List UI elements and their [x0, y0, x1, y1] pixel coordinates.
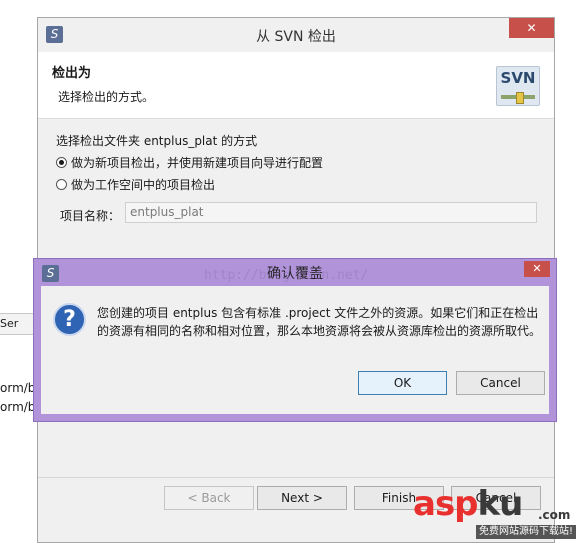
confirm-close-button[interactable]: ✕ — [524, 261, 550, 277]
aspku-logo-ku: ku — [477, 484, 524, 524]
back-button[interactable]: < Back — [164, 486, 254, 510]
aspku-logo-com: .com — [538, 508, 571, 522]
radio-new-project[interactable] — [56, 156, 67, 168]
aspku-tagline: 免费网站源码下载站! — [476, 525, 577, 539]
background-tab-label: Ser — [0, 317, 19, 330]
next-button[interactable]: Next > — [257, 486, 347, 510]
option-new-project-label: 做为新项目检出，并使用新建项目向导进行配置 — [71, 155, 324, 170]
ok-button[interactable]: OK — [358, 371, 447, 395]
dialog-title: 从 SVN 检出 — [256, 29, 336, 45]
option-workspace[interactable]: 做为工作空间中的项目检出 — [56, 175, 215, 193]
svn-logo-icon: SVN — [496, 66, 540, 106]
wizard-header-title: 检出为 — [52, 66, 92, 81]
checkout-method-label: 选择检出文件夹 entplus_plat 的方式 — [56, 134, 258, 148]
confirm-body: ? 您创建的项目 entplus 包含有标准 .project 文件之外的资源。… — [41, 286, 549, 414]
wizard-header: 检出为 选择检出的方式。 SVN — [38, 52, 554, 119]
project-name-input[interactable]: entplus_plat — [125, 202, 537, 223]
confirm-message: 您创建的项目 entplus 包含有标准 .project 文件之外的资源。如果… — [97, 306, 542, 338]
aspku-logo-asp: asp — [413, 484, 479, 524]
watermark-url: http://blog.csdn.net/ — [204, 268, 369, 283]
project-name-label: 项目名称： — [60, 209, 121, 223]
close-icon: ✕ — [532, 262, 542, 275]
close-icon: ✕ — [526, 21, 537, 35]
wizard-header-subtitle: 选择检出的方式。 — [58, 90, 155, 104]
option-workspace-label: 做为工作空间中的项目检出 — [71, 177, 216, 192]
option-new-project[interactable]: 做为新项目检出，并使用新建项目向导进行配置 — [56, 153, 323, 171]
svn-logo-text: SVN — [500, 69, 536, 87]
question-icon: ? — [53, 303, 86, 336]
dialog-close-button[interactable]: ✕ — [509, 18, 554, 38]
aspku-logo: aspku — [413, 484, 524, 524]
dialog-titlebar: S 从 SVN 检出 — [38, 18, 554, 53]
confirm-cancel-button[interactable]: Cancel — [456, 371, 545, 395]
radio-workspace[interactable] — [56, 178, 67, 190]
svn-logo-bar — [501, 92, 535, 104]
